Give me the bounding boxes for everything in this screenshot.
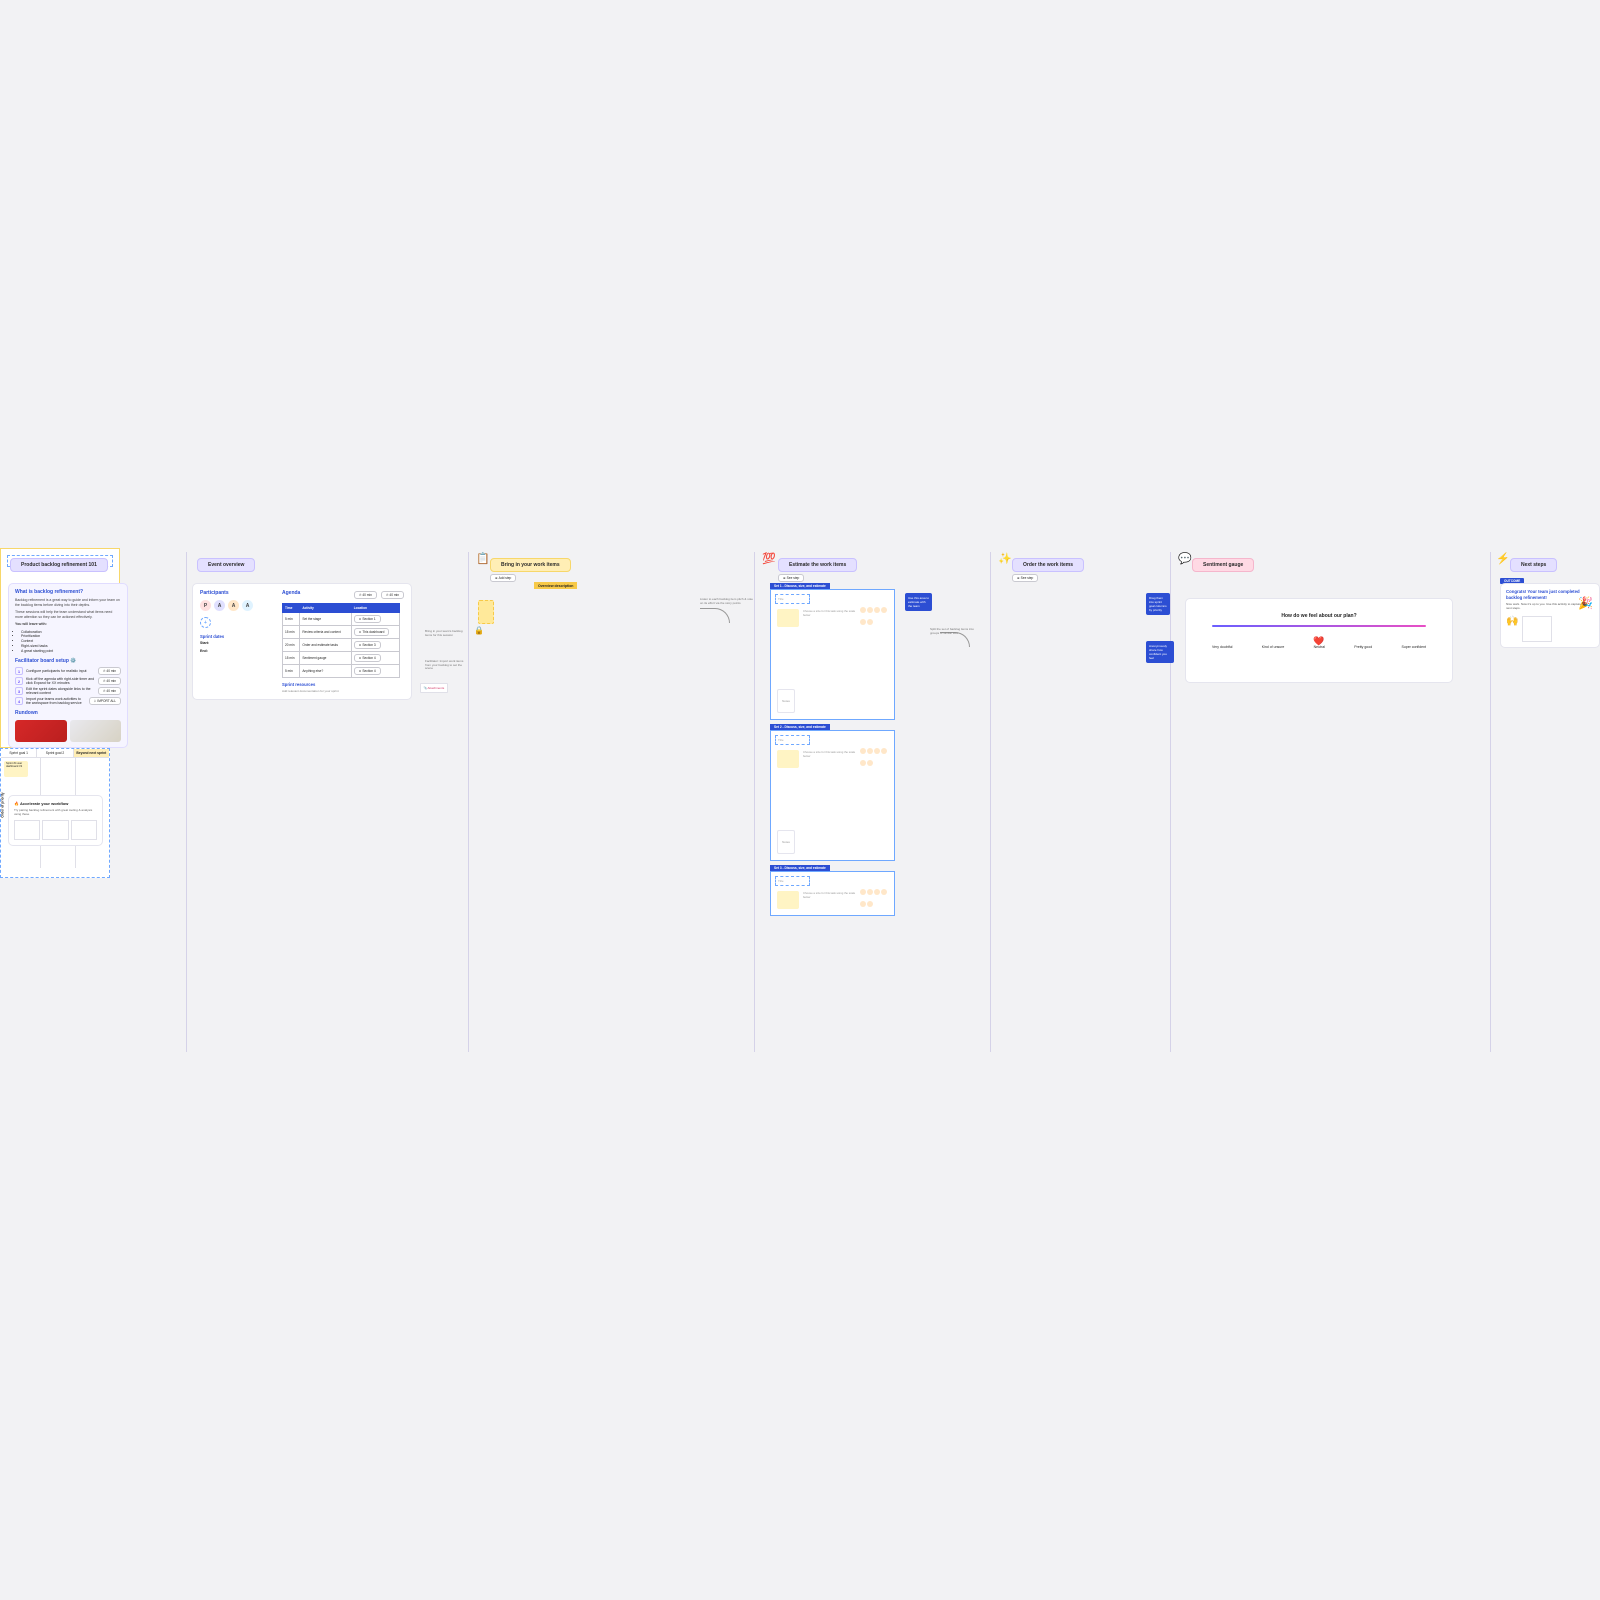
- next-steps-panel: Congrats! Your team just completed backl…: [1500, 583, 1600, 648]
- avatar-1[interactable]: P: [200, 600, 211, 611]
- bring-callout-1: Bring in your team's backlog items for t…: [425, 630, 470, 637]
- col-beyond: Beyond next sprint: [74, 749, 109, 757]
- agenda-timer-1[interactable]: ⏱ 40 min: [354, 591, 377, 599]
- accel-card-2[interactable]: [42, 820, 68, 840]
- rundown-preview-1[interactable]: [15, 720, 67, 742]
- yellow-drag-area[interactable]: [478, 600, 494, 624]
- session-help: These sessions will help the team unders…: [15, 610, 121, 619]
- setup-step-1: 1Configure participants for realistic in…: [15, 667, 121, 675]
- intro-panel: What is backlog refinement? Backlog refi…: [8, 583, 128, 748]
- arrow-1: [700, 608, 730, 623]
- accel-card-3[interactable]: [71, 820, 97, 840]
- sprint-start-label: Start:: [200, 641, 272, 645]
- accel-sub: Try pairing backlog refinement with grea…: [14, 808, 97, 816]
- setup-btn-3[interactable]: ⏱ 40 min: [98, 687, 121, 695]
- accel-title: 🔥 Accelerate your workflow: [14, 801, 97, 806]
- gauge-label-5: Super confident: [1401, 645, 1426, 649]
- section-header-bring: Bring in your work items: [490, 558, 571, 572]
- rundown-preview-2[interactable]: [70, 720, 122, 742]
- estimate-blue-card: Use this area to estimate with the team: [905, 593, 932, 611]
- order-see-step-button[interactable]: ⊕ See step: [1012, 574, 1038, 582]
- gauge-label-2: Kind of unsure: [1262, 645, 1285, 649]
- gauge-callout: Anonymously share how confident you feel: [1146, 641, 1174, 663]
- bring-callout-2: Facilitator: Import work items from your…: [425, 660, 470, 671]
- order-callout: Drag them into sprint goal columns by pr…: [1146, 593, 1170, 615]
- gauge-label-1: Very doubtful: [1212, 645, 1232, 649]
- overview-tag: Overview description: [534, 582, 577, 589]
- avatar-4[interactable]: A: [242, 600, 253, 611]
- agenda-heading: Agenda: [282, 590, 350, 596]
- party-icon: 🎉: [1578, 596, 1593, 610]
- agenda-loc-5[interactable]: ⊙ Section 4: [354, 667, 381, 675]
- participants-heading: Participants: [200, 590, 272, 596]
- sparkle-icon: ✨: [998, 552, 1012, 565]
- notes-card[interactable]: Notes: [777, 689, 795, 713]
- setup-step-4: 4Import your teams work activities to th…: [15, 697, 121, 705]
- size-chip[interactable]: [860, 607, 866, 613]
- gauge-line[interactable]: [1212, 625, 1426, 627]
- sprint-dates-heading: Sprint dates: [200, 634, 272, 639]
- setup-btn-1[interactable]: ⏱ 40 min: [98, 667, 121, 675]
- people-icon: 🙌: [1506, 616, 1518, 642]
- event-panel: Participants P A A A + Sprint dates Star…: [192, 583, 412, 700]
- section-header-order: Order the work items: [1012, 558, 1084, 572]
- section-header-next: Next steps: [1510, 558, 1557, 572]
- estimate-set-2[interactable]: Title Choose a size for this task using …: [770, 730, 895, 861]
- avatar-3[interactable]: A: [228, 600, 239, 611]
- section-header-101: Product backlog refinement 101: [10, 558, 108, 572]
- clipboard-icon: 📋: [476, 552, 490, 565]
- accelerate-panel: 🔥 Accelerate your workflow Try pairing b…: [8, 795, 103, 846]
- set-1-label: Set 1 - Discuss, size, and estimate: [770, 583, 830, 589]
- agenda-loc-3[interactable]: ⊙ Section 3: [354, 641, 381, 649]
- setup-btn-2[interactable]: ⏱ 40 min: [98, 677, 121, 685]
- what-body: Backlog refinement is a great way to gui…: [15, 598, 121, 607]
- what-heading: What is backlog refinement?: [15, 589, 121, 595]
- hundred-icon: 💯: [762, 552, 776, 565]
- agenda-table: TimeActivityLocation 5 minSet the stage⊙…: [282, 603, 400, 678]
- set1-title[interactable]: Title: [775, 594, 810, 604]
- estimate-set-3[interactable]: Title Choose a size for this task using …: [770, 871, 895, 916]
- outcomes-heading: You will leave with:: [15, 622, 121, 627]
- chat-icon: 💬: [1178, 552, 1192, 565]
- agenda-loc-2[interactable]: ⊙ This dashboard: [354, 628, 390, 636]
- outcomes-list: Collaboration Prioritization Context Rig…: [15, 630, 121, 654]
- estimate-callout-1: Listen to each backlog item pitch & vote…: [700, 598, 755, 605]
- setup-step-2: 2Kick off the agenda with right-side tim…: [15, 677, 121, 685]
- avatar-2[interactable]: A: [214, 600, 225, 611]
- agenda-loc-1[interactable]: ⊙ Section 1: [354, 615, 381, 623]
- lock-icon: 🔒: [474, 626, 484, 635]
- estimate-set-1[interactable]: Title Choose a size for this task using …: [770, 589, 895, 720]
- avatar-add[interactable]: +: [200, 617, 211, 628]
- sprint-end-label: End:: [200, 649, 272, 653]
- setup-step-3: 3Edit the sprint dates alongside links t…: [15, 687, 121, 695]
- attachment-chip[interactable]: 📎 Attachments: [420, 683, 448, 693]
- sprint-card[interactable]: Sprint #4 user dashboard V2: [4, 761, 28, 777]
- col-sprint-2: Sprint goal 2: [37, 749, 73, 757]
- facilitator-heading: Facilitator board setup ⚙️: [15, 658, 121, 664]
- section-header-gauge: Sentiment gauge: [1192, 558, 1254, 572]
- set-2-label: Set 2 - Discuss, size, and estimate: [770, 724, 830, 730]
- set-3-label: Set 3 - Discuss, size, and estimate: [770, 865, 830, 871]
- gauge-question: How do we feel about our plan?: [1194, 613, 1444, 619]
- next-step-card[interactable]: [1522, 616, 1552, 642]
- col-sprint-1: Sprint goal 1: [1, 749, 37, 757]
- section-header-event: Event overview: [197, 558, 255, 572]
- setup-btn-4[interactable]: ⇩ IMPORT ALL: [89, 697, 121, 705]
- accel-card-1[interactable]: [14, 820, 40, 840]
- bring-add-step-button[interactable]: ⊕ Add step: [490, 574, 516, 582]
- section-header-estimate: Estimate the work items: [778, 558, 857, 572]
- rundown-heading: Rundown: [15, 710, 121, 716]
- sprint-resources-note: Add relevant documentation for your spri…: [282, 689, 404, 693]
- sprint-resources-heading: Sprint resources: [282, 682, 404, 687]
- agenda-timer-2[interactable]: ⏱ 40 min: [381, 591, 404, 599]
- heart-icon[interactable]: ❤️: [1313, 636, 1324, 647]
- bolt-icon: ⚡: [1496, 552, 1510, 565]
- sentiment-panel: How do we feel about our plan? ❤️ Very d…: [1185, 598, 1453, 683]
- estimate-callout-2: Split the set of backlog items into grou…: [930, 628, 978, 635]
- gauge-label-4: Pretty good: [1354, 645, 1372, 649]
- story-card[interactable]: [777, 609, 799, 627]
- priority-axis-label: Order of priority: [1, 792, 5, 817]
- estimate-see-step-button[interactable]: ⊕ See step: [778, 574, 804, 582]
- agenda-loc-4[interactable]: ⊙ Section 4: [354, 654, 381, 662]
